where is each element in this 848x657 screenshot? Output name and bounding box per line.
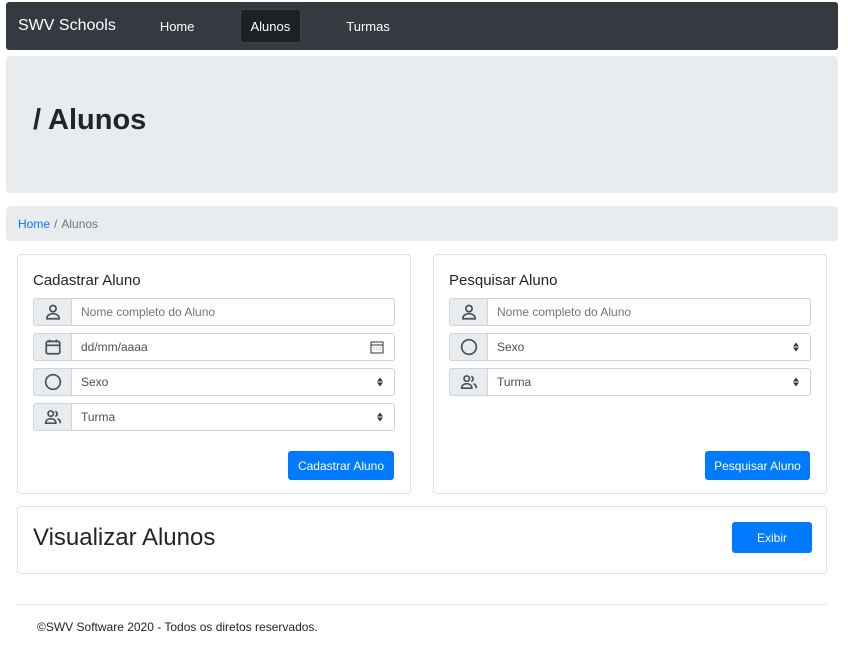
person-icon: [449, 298, 487, 326]
pesquisar-turma-select[interactable]: Turma: [487, 368, 811, 396]
circle-icon: [33, 368, 71, 396]
cadastrar-nome-input[interactable]: Nome completo do Aluno: [71, 298, 395, 326]
people-icon: [33, 403, 71, 431]
select-caret-icon: [793, 377, 799, 387]
cadastrar-nome-group: Nome completo do Aluno: [33, 298, 395, 326]
cadastrar-nome-placeholder: Nome completo do Aluno: [81, 305, 216, 319]
nav-link-alunos[interactable]: Alunos: [239, 9, 302, 43]
footer-divider: [17, 604, 827, 605]
cadastrar-card: Cadastrar Aluno Nome completo do Aluno d…: [17, 254, 411, 494]
cadastrar-data-input[interactable]: dd/mm/aaaa: [71, 333, 395, 361]
cadastrar-turma-group: Turma: [33, 403, 395, 431]
page-header: / Alunos: [6, 56, 838, 193]
breadcrumb-separator: /: [54, 216, 58, 231]
nav-link-home[interactable]: Home: [150, 9, 205, 43]
nav-link-turmas[interactable]: Turmas: [336, 9, 400, 43]
cadastrar-sexo-value: Sexo: [81, 375, 109, 389]
pesquisar-aluno-button[interactable]: Pesquisar Aluno: [705, 451, 810, 480]
page-title: / Alunos: [33, 104, 147, 136]
pesquisar-title: Pesquisar Aluno: [449, 272, 558, 289]
cadastrar-sexo-select[interactable]: Sexo: [71, 368, 395, 396]
exibir-button[interactable]: Exibir: [732, 522, 812, 553]
cadastrar-data-placeholder: dd/mm/aaaa: [81, 340, 148, 354]
breadcrumb-home-link[interactable]: Home: [18, 217, 50, 231]
people-icon: [449, 368, 487, 396]
pesquisar-nome-placeholder: Nome completo do Aluno: [497, 305, 632, 319]
cadastrar-turma-select[interactable]: Turma: [71, 403, 395, 431]
pesquisar-sexo-value: Sexo: [497, 340, 525, 354]
cadastrar-sexo-group: Sexo: [33, 368, 395, 396]
select-caret-icon: [793, 342, 799, 352]
breadcrumb: Home / Alunos: [6, 206, 838, 241]
pesquisar-sexo-group: Sexo: [449, 333, 811, 361]
circle-icon: [449, 333, 487, 361]
calendar-icon: [33, 333, 71, 361]
cadastrar-aluno-button[interactable]: Cadastrar Aluno: [288, 451, 394, 480]
pesquisar-card: Pesquisar Aluno Nome completo do Aluno S…: [433, 254, 827, 494]
calendar-picker-icon[interactable]: [370, 340, 384, 354]
footer-text: ©SWV Software 2020 - Todos os diretos re…: [37, 620, 318, 634]
breadcrumb-current: Alunos: [61, 216, 99, 231]
navbar-brand[interactable]: SWV Schools: [18, 17, 116, 35]
select-caret-icon: [377, 377, 383, 387]
pesquisar-nome-input[interactable]: Nome completo do Aluno: [487, 298, 811, 326]
pesquisar-turma-group: Turma: [449, 368, 811, 396]
pesquisar-turma-value: Turma: [497, 375, 532, 389]
navbar: SWV Schools Home Alunos Turmas: [6, 2, 838, 50]
pesquisar-nome-group: Nome completo do Aluno: [449, 298, 811, 326]
select-caret-icon: [377, 412, 383, 422]
pesquisar-sexo-select[interactable]: Sexo: [487, 333, 811, 361]
person-icon: [33, 298, 71, 326]
cadastrar-title: Cadastrar Aluno: [33, 272, 141, 289]
cadastrar-data-group: dd/mm/aaaa: [33, 333, 395, 361]
cadastrar-turma-value: Turma: [81, 410, 116, 424]
visualizar-card: Visualizar Alunos Exibir: [17, 506, 827, 574]
visualizar-title: Visualizar Alunos: [33, 524, 216, 551]
